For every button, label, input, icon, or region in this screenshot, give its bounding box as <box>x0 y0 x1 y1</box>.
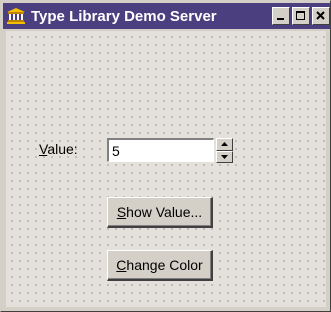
show-value-mnemonic: S <box>116 204 127 220</box>
dialog-client-area: Value: Show Value... Change Color <box>6 31 326 307</box>
minimize-button[interactable] <box>272 7 290 25</box>
change-color-button[interactable]: Change Color <box>107 250 213 281</box>
close-button[interactable] <box>312 7 330 25</box>
maximize-icon <box>296 11 305 20</box>
main-window: Type Library Demo Server Value: 5 S how … <box>0 0 331 312</box>
minimize-icon <box>277 18 284 20</box>
value-label: Value: <box>39 141 78 157</box>
window-title: Type Library Demo Server <box>31 7 217 25</box>
title-bar[interactable]: Type Library Demo Server <box>3 3 330 29</box>
spin-up-arrow-icon <box>221 142 228 147</box>
bank-building-icon[interactable] <box>6 7 26 25</box>
value-spinner[interactable] <box>216 138 233 163</box>
close-icon <box>316 11 325 20</box>
show-value-button[interactable]: Show Value... <box>107 197 213 228</box>
value-input[interactable] <box>107 138 214 162</box>
spin-up-button[interactable] <box>216 138 233 151</box>
title-bar-buttons <box>270 7 330 25</box>
change-color-label: hange Color <box>126 257 203 273</box>
spin-down-arrow-icon <box>221 154 228 159</box>
maximize-button[interactable] <box>292 7 310 25</box>
spin-down-button[interactable] <box>216 150 233 163</box>
change-color-mnemonic: C <box>116 257 127 273</box>
value-label-text: alue: <box>47 141 78 157</box>
show-value-label: how Value... <box>126 204 203 220</box>
